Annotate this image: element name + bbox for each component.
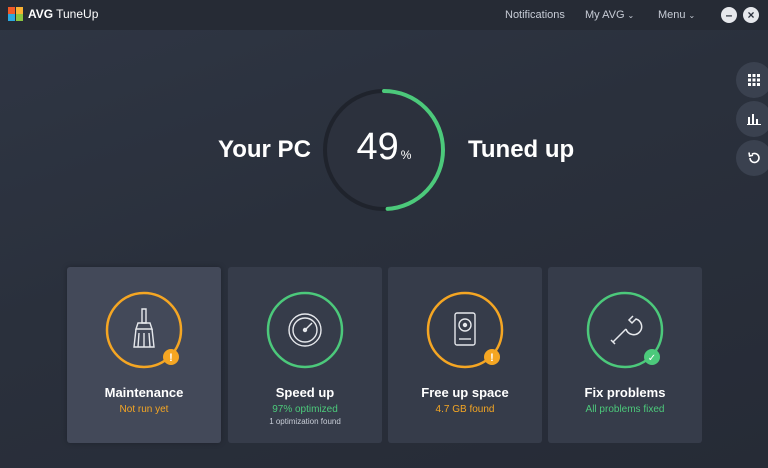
hero-right-label: Tuned up: [468, 136, 575, 163]
bar-chart-icon: [747, 114, 761, 125]
fix-problems-ring: ✓: [586, 291, 664, 369]
card-title: Fix problems: [584, 385, 666, 400]
speedometer-icon: [288, 313, 322, 347]
card-title: Free up space: [421, 385, 509, 400]
maintenance-card[interactable]: ! Maintenance Not run yet: [67, 267, 221, 443]
brand-name: AVG: [28, 7, 54, 21]
gauge-value: 49%: [323, 126, 445, 169]
card-status: 4.7 GB found: [435, 404, 495, 415]
avg-logo-icon: [8, 7, 24, 21]
card-status: Not run yet: [119, 404, 169, 415]
all-tools-button[interactable]: [736, 62, 768, 98]
maintenance-ring: !: [105, 291, 183, 369]
chevron-down-icon: ⌄: [627, 11, 635, 20]
avg-logo: AVG TuneUp: [8, 7, 98, 21]
menu-label: Menu: [658, 9, 686, 21]
card-subtext: 1 optimization found: [269, 417, 341, 426]
free-up-space-card[interactable]: ! Free up space 4.7 GB found: [388, 267, 542, 443]
warning-badge-icon: !: [169, 352, 173, 364]
my-avg-menu[interactable]: My AVG ⌄: [585, 9, 634, 21]
gauge-unit: %: [400, 148, 412, 162]
close-button[interactable]: ×: [743, 7, 759, 23]
fix-problems-card[interactable]: ✓ Fix problems All problems fixed: [548, 267, 702, 443]
product-name: TuneUp: [56, 7, 99, 21]
free-up-space-ring: !: [426, 291, 504, 369]
performance-stats-button[interactable]: [736, 101, 768, 137]
card-title: Maintenance: [104, 385, 184, 400]
undo-icon: [748, 152, 760, 164]
apps-grid-icon: [748, 74, 760, 86]
minimize-icon: –: [725, 8, 733, 22]
card-status: 97% optimized: [272, 404, 338, 415]
minimize-button[interactable]: –: [721, 7, 737, 23]
chevron-down-icon: ⌄: [688, 11, 696, 20]
broom-icon: [133, 308, 155, 348]
warning-badge-icon: !: [490, 352, 494, 364]
my-avg-label: My AVG: [585, 9, 625, 21]
speed-up-ring: [266, 291, 344, 369]
notifications-link[interactable]: Notifications: [505, 9, 565, 21]
hero-left-label: Your PC: [218, 136, 311, 163]
app-title: AVG TuneUp: [28, 7, 98, 21]
hard-drive-icon: [454, 312, 476, 346]
check-badge-icon: ✓: [648, 353, 656, 364]
speed-up-card[interactable]: Speed up 97% optimized 1 optimization fo…: [228, 267, 382, 443]
gauge-number: 49: [356, 126, 399, 168]
card-status: All problems fixed: [585, 404, 665, 415]
close-icon: ×: [747, 8, 755, 22]
title-bar: AVG TuneUp Notifications My AVG ⌄ Menu ⌄ – …: [0, 0, 768, 30]
notifications-label: Notifications: [505, 9, 565, 21]
rescue-center-button[interactable]: [736, 140, 768, 176]
card-title: Speed up: [275, 385, 335, 400]
main-menu[interactable]: Menu ⌄: [658, 9, 695, 21]
wrench-icon: [610, 315, 643, 345]
